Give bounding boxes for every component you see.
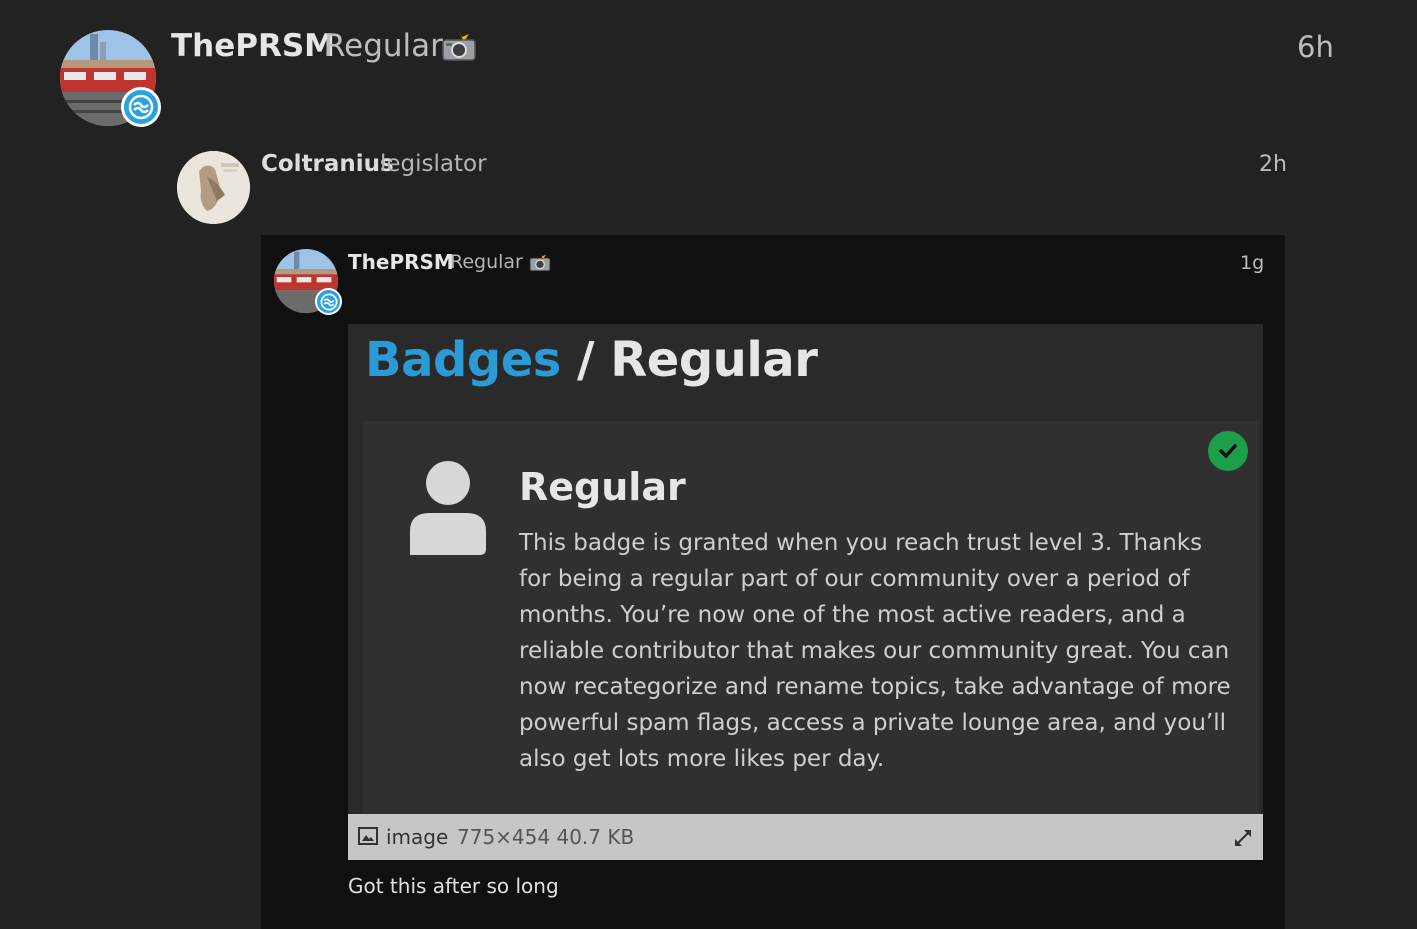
reply-user-title: legislator [380,151,487,177]
embedded-post-text: Got this after so long [348,874,559,898]
reply-time[interactable]: 2h [1259,152,1287,177]
reply-username[interactable]: Coltranius [261,151,394,177]
image-meta-bar[interactable]: image 775×454 40.7 KB [348,814,1263,860]
embedded-screenshot: ThePRSM Regular 1g Badges / Regular Regu… [261,235,1285,929]
avatar[interactable] [177,151,250,224]
emoji-icon [121,87,161,127]
breadcrumb-badges-link: Badges [365,332,561,388]
image-icon [358,827,378,845]
image-info: 775×454 40.7 KB [457,825,635,849]
post-username[interactable]: ThePRSM [171,28,335,64]
embedded-username: ThePRSM [348,250,454,274]
user-icon [406,459,490,555]
emoji-icon [315,288,342,315]
camera-flash-icon [441,30,477,62]
image-name: image [386,825,449,849]
embedded-user-title: Regular [450,251,523,273]
badge-name: Regular [519,465,686,509]
embedded-time: 1g [1240,252,1265,274]
badge-card: Regular This badge is granted when you r… [363,421,1259,814]
post-time[interactable]: 6h [1297,30,1334,64]
breadcrumb-separator: / [577,332,595,388]
expand-icon[interactable] [1232,827,1254,849]
post-user-title: Regular [324,28,443,64]
page-title: Badges / Regular [365,332,818,388]
badge-image[interactable]: Badges / Regular Regular This badge is g… [348,324,1263,814]
badge-description: This badge is granted when you reach tru… [519,530,1231,772]
camera-flash-icon [529,252,551,272]
breadcrumb-current: Regular [610,332,818,388]
check-icon [1208,431,1248,471]
